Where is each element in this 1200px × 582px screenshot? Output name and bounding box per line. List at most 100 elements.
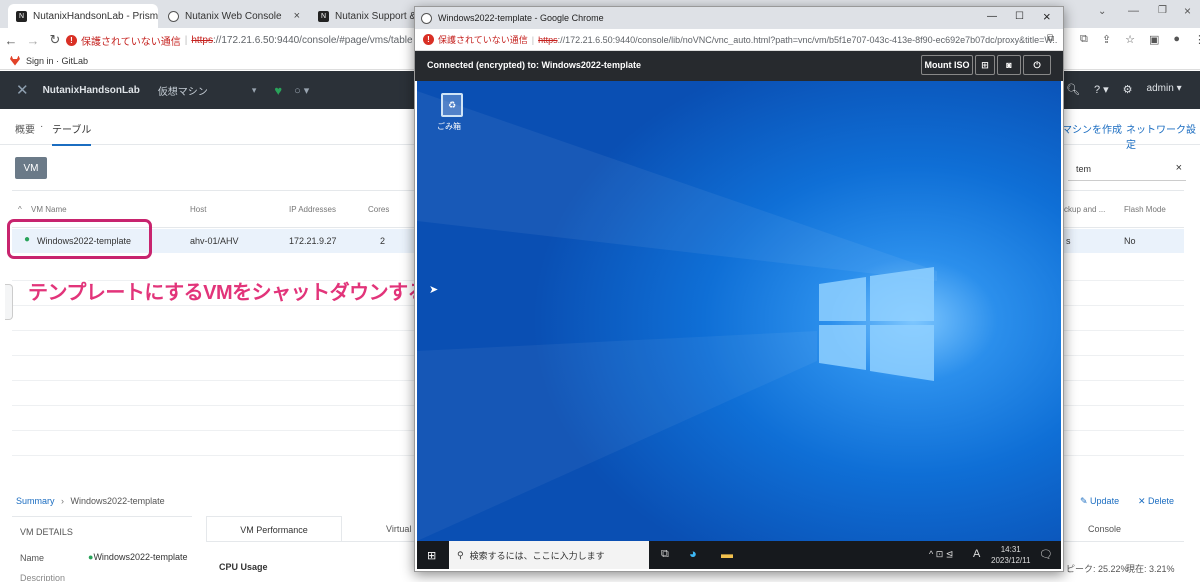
mount-iso-button[interactable]: Mount ISO (921, 55, 973, 75)
tab-console[interactable]: Console (1064, 516, 1184, 542)
vm-filter-button[interactable]: VM (15, 157, 47, 179)
reload-icon[interactable]: ↻ (44, 32, 66, 48)
tab-virtual-disks[interactable]: Virtual (342, 516, 416, 542)
windows-wallpaper (417, 91, 937, 541)
globe-icon (421, 12, 432, 24)
update-button[interactable]: ✎ Update (1080, 496, 1119, 507)
nutanix-logo-icon[interactable]: ✕ (16, 81, 29, 99)
col-backup[interactable]: ckup and ... (1064, 205, 1105, 214)
ime-indicator[interactable]: A (973, 548, 980, 560)
translate-icon[interactable]: ⧉ (1047, 33, 1054, 44)
power-icon[interactable]: ⏻ (1023, 55, 1051, 75)
section-menu[interactable]: 仮想マシン (158, 83, 208, 98)
share-icon[interactable]: ⇪ (1102, 33, 1111, 46)
bookmark-star-icon[interactable]: ☆ (1125, 33, 1135, 46)
network-settings-link[interactable]: ネットワーク設定 (1126, 121, 1200, 151)
vnc-console-window: Windows2022-template - Google Chrome — ☐… (414, 6, 1064, 572)
taskbar-search-input[interactable]: ⚲ 検索するには、ここに入力します (449, 541, 649, 569)
tab-vm-performance[interactable]: VM Performance (206, 516, 342, 542)
tab-separator: · (40, 121, 44, 132)
browser-tab-web-console[interactable]: Nutanix Web Console × (160, 4, 308, 28)
network-icon[interactable]: ⊞ (975, 55, 995, 75)
gear-icon[interactable]: ⚙ (1123, 83, 1133, 96)
cpu-peak: ピーク: 25.22% (1066, 564, 1129, 574)
camera-icon[interactable]: ◙ (997, 55, 1021, 75)
vnc-address-bar[interactable]: ! 保護されていない通信 | https ://172.21.6.50:9440… (415, 29, 1063, 51)
tab-title: Nutanix Web Console (185, 10, 282, 22)
flash-mode-cell: No (1124, 236, 1136, 246)
browser-tab-support[interactable]: N Nutanix Support & Insight (310, 4, 414, 28)
update-label: Update (1090, 496, 1120, 506)
menu-kebab-icon[interactable]: ⋮ (1194, 33, 1200, 46)
breadcrumb-item: Windows2022-template (70, 496, 165, 506)
edge-icon[interactable]: ◕ (689, 546, 697, 561)
restore-icon[interactable]: ❐ (1158, 5, 1167, 16)
sidepanel-icon[interactable]: ▣ (1149, 33, 1159, 46)
vnc-title-bar[interactable]: Windows2022-template - Google Chrome — ☐… (415, 7, 1063, 29)
file-explorer-icon[interactable]: ▬ (721, 547, 733, 561)
col-cores[interactable]: Cores (368, 205, 389, 214)
search-icon: ⚲ (457, 549, 464, 560)
profile-icon[interactable]: ● (1173, 33, 1180, 46)
close-tab-icon[interactable]: × (294, 10, 300, 22)
col-vm-name[interactable]: VM Name (31, 205, 67, 214)
ip-cell: 172.21.9.27 (289, 236, 337, 246)
details-name-value: Windows2022-template (93, 552, 188, 562)
minimize-icon[interactable]: — (987, 11, 997, 22)
side-drawer-handle[interactable] (5, 284, 13, 320)
col-ip[interactable]: IP Addresses (289, 205, 336, 214)
not-secure-icon: ! (66, 34, 77, 46)
nutanix-favicon-icon: N (318, 10, 329, 22)
translate-icon[interactable]: ⧉ (1080, 33, 1088, 46)
forward-icon[interactable]: → (22, 33, 44, 48)
taskbar-search-placeholder: 検索するには、ここに入力します (469, 550, 605, 561)
notification-icon[interactable]: 🗨︎ (1039, 548, 1053, 561)
sort-icon[interactable]: ^ (18, 205, 22, 214)
taskbar-clock[interactable]: 14:31 2023/12/11 (991, 544, 1030, 566)
minimize-icon[interactable]: — (1128, 5, 1139, 17)
recycle-bin-icon[interactable]: ♻ (441, 93, 463, 117)
maximize-icon[interactable]: ☐ (1015, 11, 1024, 22)
search-icon[interactable]: 🔍︎ (1066, 83, 1080, 96)
system-tray-icons[interactable]: ^ ⊡ ⊴ (929, 549, 953, 560)
url-path: ://172.21.6.50:9440/console/lib/noVNC/vn… (557, 34, 1058, 45)
tab-title: NutanixHandsonLab - Prism Ele (33, 10, 158, 22)
windows-desktop[interactable]: ♻ ごみ箱 ➤ (417, 81, 1061, 541)
breadcrumb-summary[interactable]: Summary (16, 496, 55, 506)
clear-search-icon[interactable]: × (1176, 162, 1182, 174)
tab-overview[interactable]: 概要 (15, 121, 35, 136)
start-icon[interactable]: ⊞ (427, 549, 436, 562)
task-view-icon[interactable]: ⧉ (661, 548, 669, 561)
tab-search-icon[interactable]: ⌄ (1098, 6, 1106, 17)
search-input[interactable]: tem × (1068, 159, 1186, 181)
close-window-icon[interactable]: × (1043, 9, 1051, 24)
cpu-current: 現在: 3.21% (1126, 564, 1175, 574)
not-secure-label: 保護されていない通信 (81, 36, 181, 48)
mouse-cursor-icon: ➤ (429, 284, 439, 296)
col-host[interactable]: Host (190, 205, 206, 214)
delete-button[interactable]: ✕ Delete (1138, 496, 1174, 507)
nutanix-favicon-icon: N (16, 10, 27, 22)
tab-table[interactable]: テーブル (52, 121, 92, 146)
clock-time: 14:31 (1000, 545, 1021, 554)
help-icon[interactable]: ? ▾ (1094, 83, 1109, 96)
col-flash-mode[interactable]: Flash Mode (1124, 205, 1166, 214)
not-secure-icon: ! (423, 34, 434, 45)
alerts-circle-icon[interactable]: ○ ▾ (294, 84, 309, 97)
create-vm-link[interactable]: マシンを作成 (1062, 121, 1122, 136)
back-icon[interactable]: ← (0, 33, 22, 48)
bookmark-gitlab[interactable]: Sign in · GitLab (26, 56, 88, 66)
user-menu[interactable]: admin ▾ (1147, 83, 1182, 96)
health-heart-icon[interactable]: ♥ (274, 83, 282, 98)
chevron-down-icon[interactable]: ▾ (252, 85, 257, 96)
vm-details-title: VM DETAILS (20, 527, 73, 537)
url-field[interactable]: ! 保護されていない通信 | https://172.21.6.50:9440/… (66, 33, 413, 48)
backup-cell: s (1066, 236, 1071, 246)
breadcrumb-sep: › (61, 496, 65, 506)
details-name-label: Name (20, 553, 45, 563)
url-scheme: https (191, 34, 213, 46)
close-window-icon[interactable]: × (1184, 4, 1191, 18)
cluster-name[interactable]: NutanixHandsonLab (43, 85, 140, 96)
browser-tab-prism[interactable]: N NutanixHandsonLab - Prism Ele × (8, 4, 158, 28)
user-name: admin (1146, 83, 1174, 94)
